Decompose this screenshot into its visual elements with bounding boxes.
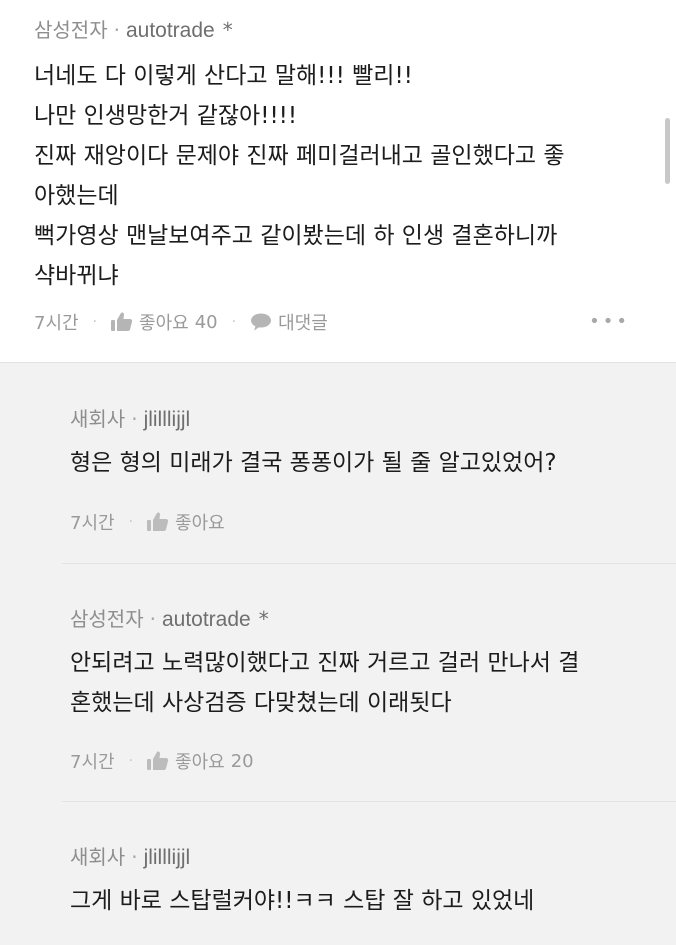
author-badge: * bbox=[258, 607, 269, 631]
speech-bubble-icon bbox=[250, 313, 272, 331]
reply-list: 새회사 · jlilllijjl 형은 형의 미래가 결국 퐁퐁이가 될 줄 알고있… bbox=[0, 362, 676, 945]
thumbs-up-icon bbox=[147, 512, 169, 532]
thumbs-up-icon bbox=[147, 751, 169, 771]
comment-line: 아했는데 bbox=[34, 183, 119, 209]
author-company: 삼성전자 bbox=[34, 18, 108, 42]
like-label: 좋아요 bbox=[175, 513, 225, 534]
comment-line: 나만 인생망한거 같잖아!!!! bbox=[34, 103, 298, 129]
author-company: 새회사 bbox=[70, 845, 126, 869]
separator-dot: · bbox=[128, 753, 134, 769]
author-company: 새회사 bbox=[70, 407, 126, 431]
reply-author[interactable]: 새회사 · jlilllijjl bbox=[70, 403, 190, 432]
author-badge: * bbox=[222, 18, 233, 42]
reply-time: 7시간 bbox=[70, 513, 115, 534]
separator-dot: · bbox=[231, 314, 237, 330]
author-company: 삼성전자 bbox=[70, 607, 144, 631]
more-dots-icon[interactable]: ••• bbox=[589, 311, 630, 332]
main-comment: 삼성전자 · autotrade * 너네도 다 이렇게 산다고 말해!!! 빨리!!… bbox=[0, 0, 676, 362]
reply-body: 형은 형의 미래가 결국 퐁퐁이가 될 줄 알고있었어? bbox=[70, 443, 557, 483]
reply-actions: 7시간 · 좋아요 20 bbox=[70, 748, 254, 774]
reply-line: 안되려고 노력많이했다고 진짜 거르고 걸러 만나서 결 bbox=[70, 650, 580, 676]
author-nickname: autotrade bbox=[161, 608, 251, 631]
like-count: 20 bbox=[230, 750, 254, 772]
comment-line: 뻑가영상 맨날보여주고 같이봤는데 하 인생 결혼하니까 bbox=[34, 223, 558, 249]
reply-line: 혼했는데 사상검증 다맞쳤는데 이래됫다 bbox=[70, 690, 452, 716]
comment-line: 샥바뀌냐 bbox=[34, 263, 119, 289]
like-button[interactable]: 좋아요 40 bbox=[111, 309, 218, 335]
comment-actions: 7시간 · 좋아요 40 · 대댓글 bbox=[34, 309, 328, 335]
reply-author[interactable]: 삼성전자 · autotrade * bbox=[70, 603, 269, 632]
separator-dot: · bbox=[149, 607, 156, 631]
reply-body: 안되려고 노력많이했다고 진짜 거르고 걸러 만나서 결 혼했는데 사상검증 다… bbox=[70, 643, 579, 723]
comment-author[interactable]: 삼성전자 · autotrade * bbox=[34, 14, 233, 43]
separator-dot: · bbox=[131, 845, 138, 869]
comment-time: 7시간 bbox=[34, 313, 79, 334]
divider bbox=[62, 563, 676, 564]
comment-body: 너네도 다 이렇게 산다고 말해!!! 빨리!! 나만 인생망한거 같잖아!!!… bbox=[34, 56, 565, 296]
reply-actions: 7시간 · 좋아요 bbox=[70, 509, 225, 535]
scrollbar[interactable] bbox=[665, 118, 670, 184]
separator-dot: · bbox=[113, 18, 120, 42]
reply-author[interactable]: 새회사 · jlilllijjl bbox=[70, 841, 190, 870]
like-label: 좋아요 bbox=[139, 313, 189, 334]
author-nickname: autotrade bbox=[125, 19, 215, 42]
like-label: 좋아요 bbox=[175, 752, 225, 773]
reply-line: 형은 형의 미래가 결국 퐁퐁이가 될 줄 알고있었어? bbox=[70, 450, 557, 476]
comment-line: 너네도 다 이렇게 산다고 말해!!! 빨리!! bbox=[34, 63, 413, 89]
reply-body: 그게 바로 스탑럴커야!!ㅋㅋ 스탑 잘 하고 있었네 bbox=[70, 881, 534, 921]
divider bbox=[62, 801, 676, 802]
separator-dot: · bbox=[128, 514, 134, 530]
like-button[interactable]: 좋아요 20 bbox=[147, 748, 254, 774]
like-count: 40 bbox=[194, 311, 218, 333]
reply-time: 7시간 bbox=[70, 752, 115, 773]
author-nickname: jlilllijjl bbox=[143, 846, 191, 869]
like-button[interactable]: 좋아요 bbox=[147, 509, 225, 535]
separator-dot: · bbox=[92, 314, 98, 330]
comment-line: 진짜 재앙이다 문제야 진짜 페미걸러내고 골인했다고 좋 bbox=[34, 143, 565, 169]
reply-label: 대댓글 bbox=[278, 313, 328, 334]
reply-button[interactable]: 대댓글 bbox=[250, 309, 328, 335]
author-nickname: jlilllijjl bbox=[143, 408, 191, 431]
separator-dot: · bbox=[131, 407, 138, 431]
thumbs-up-icon bbox=[111, 312, 133, 332]
reply-line: 그게 바로 스탑럴커야!!ㅋㅋ 스탑 잘 하고 있었네 bbox=[70, 888, 535, 914]
